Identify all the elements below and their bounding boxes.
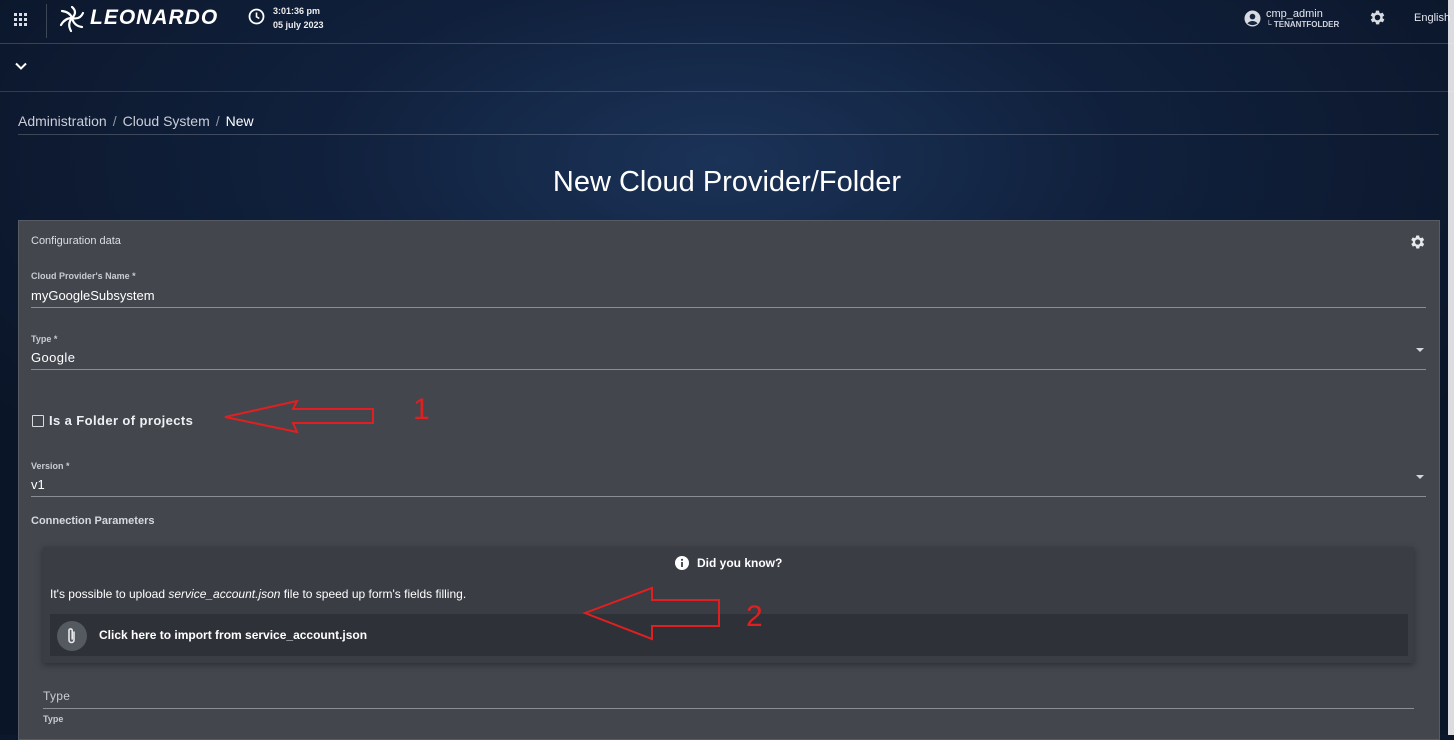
version-dropdown-caret-icon[interactable]	[1416, 475, 1424, 479]
annotation-arrow-2	[582, 586, 722, 642]
settings-gear-icon[interactable]	[1368, 8, 1387, 27]
annotation-arrow-1	[222, 399, 376, 436]
secondary-bar	[0, 44, 1454, 92]
paperclip-icon[interactable]	[57, 621, 87, 651]
breadcrumb: Administration / Cloud System / New	[18, 113, 254, 129]
user-name[interactable]: cmp_admin	[1266, 8, 1323, 20]
name-field-underline	[31, 307, 1426, 308]
import-button-label[interactable]: Click here to import from service_accoun…	[99, 628, 367, 642]
type-select[interactable]: Google	[31, 350, 75, 365]
name-field-input[interactable]: myGoogleSubsystem	[31, 288, 155, 303]
apps-grid-icon[interactable]	[14, 10, 34, 30]
version-field-underline	[31, 496, 1426, 497]
type-dropdown-caret-icon[interactable]	[1416, 348, 1424, 352]
connection-parameters-title: Connection Parameters	[31, 515, 155, 527]
brand-name: LEONARDO	[90, 6, 219, 29]
account-icon[interactable]	[1244, 10, 1261, 27]
folder-checkbox-label[interactable]: Is a Folder of projects	[49, 413, 193, 428]
info-text: It's possible to upload service_account.…	[50, 587, 466, 601]
type-section-underline	[43, 708, 1414, 709]
clock-icon	[248, 8, 265, 25]
card-settings-gear-icon[interactable]	[1408, 233, 1426, 251]
annotation-number-1: 1	[413, 393, 430, 426]
clock-time: 3:01:36 pm	[273, 6, 321, 16]
info-text-filename: service_account.json	[168, 587, 281, 601]
breadcrumb-administration[interactable]: Administration	[18, 113, 107, 129]
type-subfield-label: Type	[43, 714, 64, 724]
breadcrumb-divider	[18, 134, 1439, 135]
tenant-name[interactable]: └ TENANTFOLDER	[1266, 20, 1339, 29]
type-field-label: Type *	[31, 334, 58, 344]
info-text-after: file to speed up form's fields filling.	[280, 587, 467, 601]
scrollbar[interactable]	[1448, 0, 1454, 735]
page-title: New Cloud Provider/Folder	[552, 166, 902, 198]
breadcrumb-current: New	[225, 113, 254, 129]
info-text-before: It's possible to upload	[50, 587, 169, 601]
info-icon	[675, 556, 689, 570]
type-section-label: Type	[43, 689, 71, 703]
name-field-label: Cloud Provider's Name *	[31, 271, 136, 281]
annotation-number-2: 2	[746, 600, 763, 633]
version-field-label: Version *	[31, 461, 70, 471]
leonardo-logo-icon	[58, 4, 86, 34]
type-field-underline	[31, 369, 1426, 370]
breadcrumb-cloud-system[interactable]: Cloud System	[123, 113, 210, 129]
card-title: Configuration data	[31, 235, 121, 247]
chevron-down-icon[interactable]	[12, 57, 30, 75]
version-select[interactable]: v1	[31, 477, 45, 492]
header-divider	[46, 4, 47, 38]
folder-checkbox[interactable]	[32, 415, 44, 427]
info-title: Did you know?	[697, 556, 783, 570]
clock-date: 05 july 2023	[273, 20, 324, 30]
